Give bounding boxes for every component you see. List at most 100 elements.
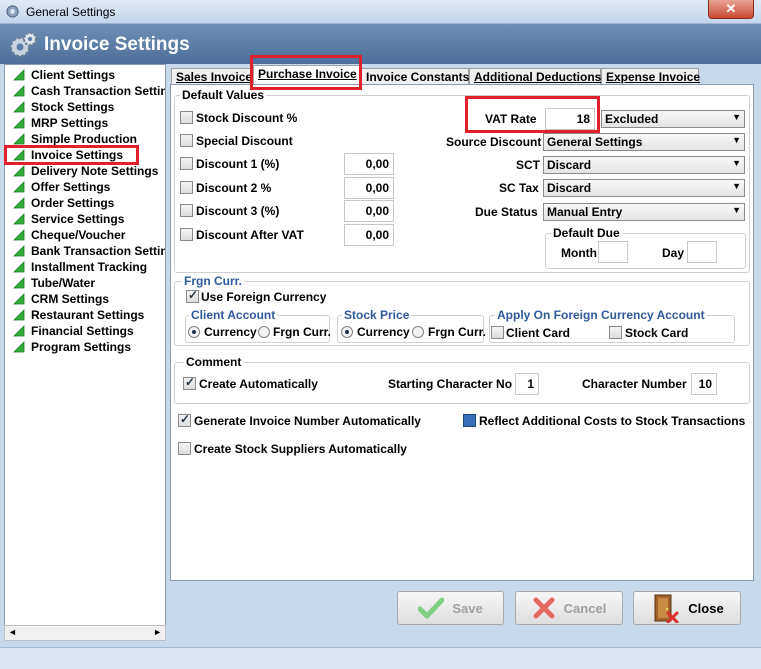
day-label: Day [662, 246, 685, 260]
sidebar-item-financial-settings[interactable]: Financial Settings [13, 323, 165, 339]
client-card-checkbox[interactable] [491, 326, 504, 339]
starting-character-input[interactable]: 1 [515, 373, 539, 395]
stock-price-frgn-label: Frgn Curr. [428, 325, 487, 339]
cancel-x-icon [533, 597, 555, 619]
sidebar-item-offer-settings[interactable]: Offer Settings [13, 179, 165, 195]
stock-price-frgn-radio[interactable] [412, 326, 424, 338]
green-triangle-icon [13, 69, 25, 81]
use-foreign-currency-checkbox[interactable] [186, 288, 199, 303]
month-input[interactable] [598, 241, 628, 263]
client-card-label: Client Card [506, 326, 571, 340]
tab-additional-deductions[interactable]: Additional Deductions [469, 68, 601, 85]
discount3-input[interactable]: 0,00 [344, 200, 394, 222]
reflect-costs-checkbox[interactable] [463, 414, 476, 427]
generate-invoice-number-checkbox[interactable] [178, 412, 191, 427]
vat-mode-select[interactable]: Excluded ▼ [601, 110, 745, 128]
green-triangle-icon [13, 197, 25, 209]
client-account-currency-radio[interactable] [188, 326, 200, 338]
stock-discount-label: Stock Discount % [196, 111, 298, 125]
sidebar-item-simple-production[interactable]: Simple Production [13, 131, 165, 147]
chevron-down-icon: ▼ [732, 112, 741, 122]
exit-door-icon [654, 594, 679, 623]
character-number-input[interactable]: 10 [691, 373, 717, 395]
special-discount-checkbox[interactable] [180, 134, 193, 147]
sidebar-item-label: MRP Settings [31, 116, 109, 130]
discount-after-vat-input[interactable]: 0,00 [344, 224, 394, 246]
discount-after-vat-checkbox[interactable] [180, 228, 193, 241]
sidebar-item-service-settings[interactable]: Service Settings [13, 211, 165, 227]
sidebar-item-bank-transaction-settings[interactable]: Bank Transaction Settings [13, 243, 165, 259]
stock-card-label: Stock Card [625, 326, 689, 340]
discount1-checkbox[interactable] [180, 157, 193, 170]
sidebar-item-delivery-note-settings[interactable]: Delivery Note Settings [13, 163, 165, 179]
stock-discount-checkbox[interactable] [180, 111, 193, 124]
sct-select[interactable]: Discard ▼ [543, 156, 745, 174]
sidebar-item-label: Cash Transaction Settings [31, 84, 165, 98]
chevron-down-icon: ▼ [732, 205, 741, 215]
tab-invoice-constants[interactable]: Invoice Constants [361, 68, 469, 85]
green-triangle-icon [13, 181, 25, 193]
sidebar-item-crm-settings[interactable]: CRM Settings [13, 291, 165, 307]
sc-tax-select[interactable]: Discard ▼ [543, 179, 745, 197]
stock-card-checkbox[interactable] [609, 326, 622, 339]
tab-sales-invoice[interactable]: Sales Invoice [171, 68, 253, 85]
sidebar-item-invoice-settings[interactable]: Invoice Settings [13, 147, 165, 163]
month-label: Month [561, 246, 597, 260]
sidebar-item-installment-tracking[interactable]: Installment Tracking [13, 259, 165, 275]
sidebar-item-label: Offer Settings [31, 180, 111, 194]
window-close-button[interactable]: ✕ [708, 0, 754, 19]
scroll-right-arrow-icon[interactable]: ► [153, 627, 162, 637]
sidebar-item-order-settings[interactable]: Order Settings [13, 195, 165, 211]
close-button[interactable]: Close [633, 591, 741, 625]
scroll-left-arrow-icon[interactable]: ◄ [8, 627, 17, 637]
sidebar-item-client-settings[interactable]: Client Settings [13, 67, 165, 83]
starting-character-label: Starting Character No [388, 377, 513, 391]
app-gear-icon [6, 5, 19, 18]
green-triangle-icon [13, 309, 25, 321]
status-bar [0, 647, 761, 669]
green-triangle-icon [13, 341, 25, 353]
reflect-costs-label: Reflect Additional Costs to Stock Transa… [479, 414, 746, 428]
sidebar-item-label: Stock Settings [31, 100, 115, 114]
sidebar-item-program-settings[interactable]: Program Settings [13, 339, 165, 355]
apply-foreign-title: Apply On Foreign Currency Account [495, 308, 707, 322]
discount1-input[interactable]: 0,00 [344, 153, 394, 175]
discount2-checkbox[interactable] [180, 181, 193, 194]
create-suppliers-label: Create Stock Suppliers Automatically [194, 442, 407, 456]
create-automatically-checkbox[interactable] [183, 375, 196, 390]
sidebar-item-cash-transaction-settings[interactable]: Cash Transaction Settings [13, 83, 165, 99]
client-account-frgn-radio[interactable] [258, 326, 270, 338]
chevron-down-icon: ▼ [732, 135, 741, 145]
stock-price-currency-radio[interactable] [341, 326, 353, 338]
sidebar-item-tube-water[interactable]: Tube/Water [13, 275, 165, 291]
discount2-input[interactable]: 0,00 [344, 177, 394, 199]
due-status-label: Due Status [475, 205, 538, 219]
green-triangle-icon [13, 101, 25, 113]
sidebar-item-restaurant-settings[interactable]: Restaurant Settings [13, 307, 165, 323]
day-input[interactable] [687, 241, 717, 263]
sidebar-item-cheque-voucher[interactable]: Cheque/Voucher [13, 227, 165, 243]
source-discount-label: Source Discount [446, 135, 542, 149]
sidebar-item-mrp-settings[interactable]: MRP Settings [13, 115, 165, 131]
due-status-select[interactable]: Manual Entry ▼ [543, 203, 745, 221]
sidebar-item-label: Order Settings [31, 196, 115, 210]
sidebar-horizontal-scrollbar[interactable]: ◄ ► [4, 625, 166, 641]
vat-rate-input[interactable]: 18 [545, 108, 595, 130]
save-button[interactable]: Save [397, 591, 504, 625]
tab-expense-invoice[interactable]: Expense Invoice [601, 68, 700, 85]
discount3-label: Discount 3 (%) [196, 204, 280, 218]
tab-purchase-invoice[interactable]: Purchase Invoice [253, 65, 361, 86]
character-number-label: Character Number [582, 377, 687, 391]
create-suppliers-checkbox[interactable] [178, 442, 191, 455]
sidebar-item-label: Tube/Water [31, 276, 96, 290]
discount-after-vat-label: Discount After VAT [196, 228, 304, 242]
sidebar-item-label: Delivery Note Settings [31, 164, 159, 178]
cancel-button[interactable]: Cancel [515, 591, 623, 625]
stock-price-title: Stock Price [342, 308, 412, 322]
sidebar-item-stock-settings[interactable]: Stock Settings [13, 99, 165, 115]
sidebar-item-label: Cheque/Voucher [31, 228, 126, 242]
create-automatically-label: Create Automatically [199, 377, 318, 391]
green-triangle-icon [13, 213, 25, 225]
discount3-checkbox[interactable] [180, 204, 193, 217]
source-discount-select[interactable]: General Settings ▼ [543, 133, 745, 151]
